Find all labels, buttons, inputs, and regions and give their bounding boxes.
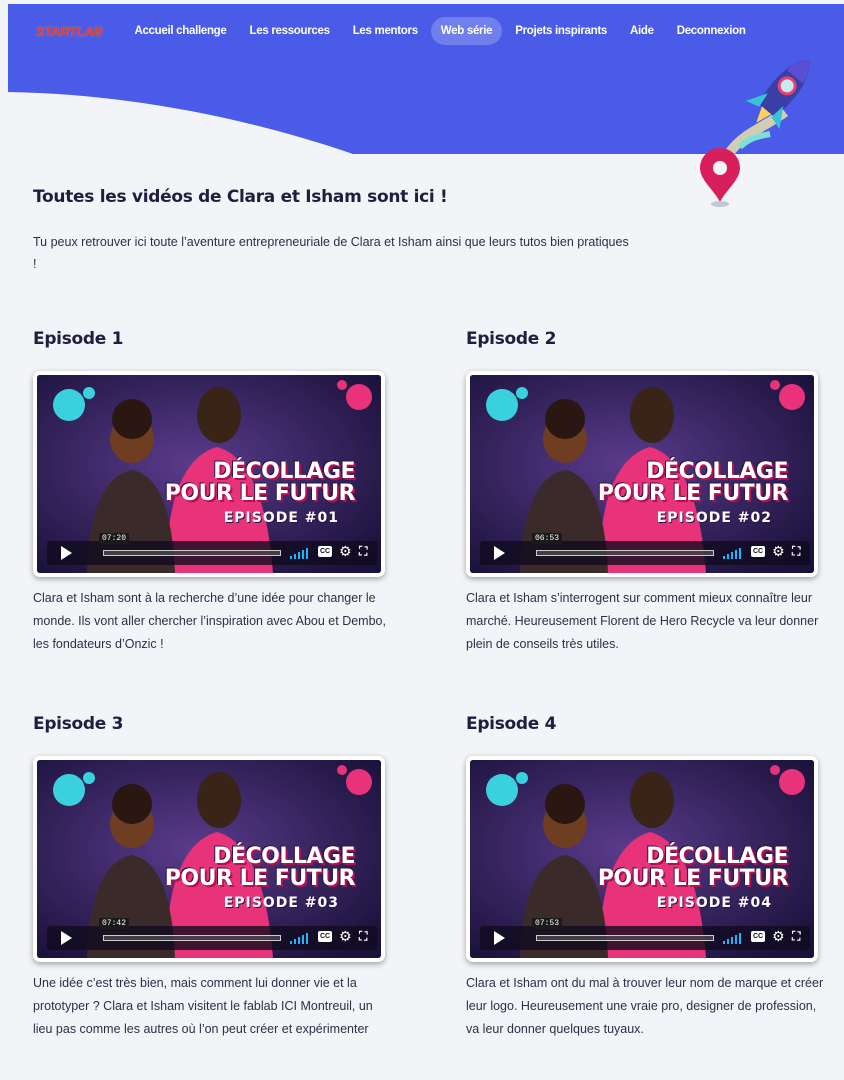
cc-icon[interactable]: CC <box>318 931 332 942</box>
video-player[interactable]: DÉCOLLAGE POUR LE FUTUR EPISODE #01 07:2… <box>33 371 385 577</box>
gear-icon[interactable]: ⚙ <box>339 928 352 945</box>
progress-bar[interactable] <box>536 935 714 941</box>
video-title-overlay: DÉCOLLAGE POUR LE FUTUR EPISODE #01 <box>164 459 356 527</box>
episode-title: Episode 3 <box>33 714 124 734</box>
main-nav: STARTLAB Accueil challenge Les ressource… <box>36 14 759 48</box>
nav-item-mentors[interactable]: Les mentors <box>343 17 428 45</box>
intro-text: Tu peux retrouver ici toute l’aventure e… <box>33 235 629 271</box>
cc-icon[interactable]: CC <box>751 546 765 557</box>
nav-item-aide[interactable]: Aide <box>620 17 664 45</box>
progress-bar[interactable] <box>103 935 281 941</box>
video-thumbnail[interactable]: DÉCOLLAGE POUR LE FUTUR EPISODE #02 06:5… <box>470 375 814 573</box>
video-duration: 07:42 <box>99 918 130 929</box>
nav-item-ressources[interactable]: Les ressources <box>240 17 340 45</box>
episode-description: Clara et Isham s’interrogent sur comment… <box>466 591 819 651</box>
episode-description: Clara et Isham ont du mal à trouver leur… <box>466 976 824 1036</box>
video-duration: 07:53 <box>532 918 563 929</box>
episode-card: Episode 4 DÉCOLLAGE POUR LE FUTUR EPISOD… <box>466 714 826 1036</box>
episode-card: Episode 2 DÉCOLLAGE POUR LE FUTUR EPISOD… <box>466 329 826 651</box>
play-icon[interactable] <box>488 545 510 561</box>
page-title: Toutes les vidéos de Clara et Isham sont… <box>33 187 448 207</box>
episode-card: Episode 3 DÉCOLLAGE POUR LE FUTUR EPISOD… <box>33 714 393 1036</box>
video-title-overlay: DÉCOLLAGE POUR LE FUTUR EPISODE #04 <box>597 844 789 912</box>
fullscreen-icon[interactable]: ⛶ <box>359 929 367 944</box>
rocket-illustration <box>700 59 810 207</box>
nav-item-accueil[interactable]: Accueil challenge <box>124 17 236 45</box>
episode-card: Episode 1 DÉCOLLAGE POUR LE FUTUR EPISOD… <box>33 329 393 651</box>
video-title-overlay: DÉCOLLAGE POUR LE FUTUR EPISODE #02 <box>597 459 789 527</box>
video-controls: 07:20 CC ⚙ ⛶ <box>47 533 377 565</box>
video-controls: 06:53 CC ⚙ ⛶ <box>480 533 810 565</box>
video-duration: 06:53 <box>532 533 563 544</box>
video-thumbnail[interactable]: DÉCOLLAGE POUR LE FUTUR EPISODE #03 07:4… <box>37 760 381 958</box>
video-thumbnail[interactable]: DÉCOLLAGE POUR LE FUTUR EPISODE #04 07:5… <box>470 760 814 958</box>
cc-icon[interactable]: CC <box>318 546 332 557</box>
progress-bar[interactable] <box>103 550 281 556</box>
video-controls: 07:42 CC ⚙ ⛶ <box>47 918 377 950</box>
cc-icon[interactable]: CC <box>751 931 765 942</box>
video-player[interactable]: DÉCOLLAGE POUR LE FUTUR EPISODE #03 07:4… <box>33 756 385 962</box>
video-player[interactable]: DÉCOLLAGE POUR LE FUTUR EPISODE #04 07:5… <box>466 756 818 962</box>
gear-icon[interactable]: ⚙ <box>772 928 785 945</box>
episode-title: Episode 4 <box>466 714 557 734</box>
video-player[interactable]: DÉCOLLAGE POUR LE FUTUR EPISODE #02 06:5… <box>466 371 818 577</box>
episode-description: Clara et Isham sont à la recherche d’une… <box>33 591 386 651</box>
fullscreen-icon[interactable]: ⛶ <box>792 544 800 559</box>
volume-icon[interactable] <box>723 547 743 559</box>
gear-icon[interactable]: ⚙ <box>339 543 352 560</box>
nav-item-deconnexion[interactable]: Deconnexion <box>667 17 756 45</box>
progress-bar[interactable] <box>536 550 714 556</box>
episode-title: Episode 1 <box>33 329 124 349</box>
video-thumbnail[interactable]: DÉCOLLAGE POUR LE FUTUR EPISODE #01 07:2… <box>37 375 381 573</box>
nav-item-projets[interactable]: Projets inspirants <box>505 17 617 45</box>
volume-icon[interactable] <box>290 547 310 559</box>
video-duration: 07:20 <box>99 533 130 544</box>
play-icon[interactable] <box>55 545 77 561</box>
play-icon[interactable] <box>488 930 510 946</box>
play-icon[interactable] <box>55 930 77 946</box>
volume-icon[interactable] <box>290 932 310 944</box>
nav-item-web-serie[interactable]: Web série <box>430 17 503 45</box>
video-controls: 07:53 CC ⚙ ⛶ <box>480 918 810 950</box>
video-title-overlay: DÉCOLLAGE POUR LE FUTUR EPISODE #03 <box>164 844 356 912</box>
fullscreen-icon[interactable]: ⛶ <box>792 929 800 944</box>
episode-description: Une idée c’est très bien, mais comment l… <box>33 976 373 1036</box>
gear-icon[interactable]: ⚙ <box>772 543 785 560</box>
fullscreen-icon[interactable]: ⛶ <box>359 544 367 559</box>
episode-title: Episode 2 <box>466 329 557 349</box>
startlab-logo[interactable]: STARTLAB <box>36 24 103 39</box>
volume-icon[interactable] <box>723 932 743 944</box>
